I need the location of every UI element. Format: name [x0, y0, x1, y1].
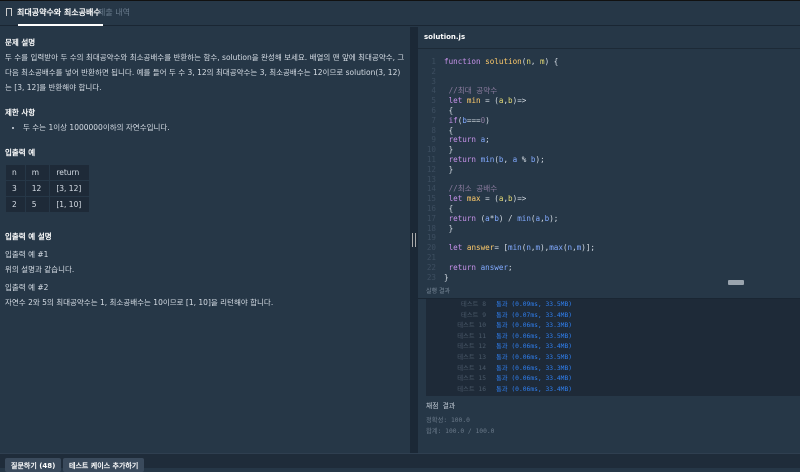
resize-grip-icon[interactable]	[412, 233, 416, 247]
desc-title: 문제 설명	[5, 38, 36, 47]
test-label: 테스트 8	[461, 301, 486, 308]
grade-summary: 채점 결과 정확성: 100.0 합계: 100.0 / 100.0	[418, 396, 800, 442]
problem-panel: 문제 설명 두 수를 입력받아 두 수의 최대공약수와 최소공배수를 반환하는 …	[0, 27, 410, 453]
test-row: 테스트 10 통과 (0.06ms, 33.3MB)	[426, 321, 800, 332]
test-row: 테스트 13 통과 (0.06ms, 33.5MB)	[426, 353, 800, 364]
tab-label: 최대공약수와 최소공배수	[17, 8, 101, 17]
test-result: 통과 (0.06ms, 33.3MB)	[496, 322, 573, 330]
example-table: n m return 3 12 [3, 12] 2 5 [1, 10]	[5, 164, 91, 213]
ex1-text: 위의 설명과 같습니다.	[5, 265, 75, 274]
cell: [1, 10]	[49, 196, 91, 213]
test-result: 통과 (0.06ms, 33.5MB)	[496, 332, 573, 340]
table-header: n m return	[5, 164, 91, 181]
test-row: 테스트 12 통과 (0.06ms, 33.4MB)	[426, 342, 800, 353]
bottom-bar: 질문하기 (48) 테스트 케이스 추가하기	[0, 453, 800, 472]
test-row: 테스트 16 통과 (0.06ms, 33.4MB)	[426, 385, 800, 396]
table-row: 2 5 [1, 10]	[5, 196, 91, 213]
test-row: 테스트 9 통과 (0.07ms, 33.4MB)	[426, 311, 800, 322]
test-result: 통과 (0.06ms, 33.5MB)	[496, 353, 573, 361]
test-result: 통과 (0.06ms, 33.3MB)	[496, 364, 573, 372]
grade-title: 채점 결과	[426, 402, 456, 410]
col-return: return	[49, 164, 91, 181]
test-label: 테스트 10	[457, 322, 486, 330]
test-row: 테스트 8 통과 (0.09ms, 33.5MB)	[426, 300, 800, 311]
cell: 2	[5, 196, 26, 213]
test-label: 테스트 13	[457, 353, 486, 361]
explain-title: 입출력 예 설명	[5, 232, 52, 241]
cell: [3, 12]	[49, 180, 91, 197]
test-list[interactable]: 테스트 8 통과 (0.09ms, 33.5MB) 테스트 9 통과 (0.07ms…	[426, 299, 800, 396]
editor-filename: solution.js	[418, 27, 800, 49]
results-title: 실행 결과	[426, 288, 450, 295]
tab-problem[interactable]: 최대공약수와 최소공배수	[6, 7, 103, 26]
test-result: 통과 (0.09ms, 33.5MB)	[496, 301, 573, 308]
table-row: 3 12 [3, 12]	[5, 180, 91, 197]
cell: 5	[24, 196, 51, 213]
test-label: 테스트 11	[457, 332, 486, 340]
test-label: 테스트 9	[461, 311, 486, 319]
limit-item: 두 수는 1이상 1000000이하의 자연수입니다.	[23, 120, 405, 135]
cell: 3	[5, 180, 26, 197]
code-editor[interactable]: solution.js 1 function solution(n, m) { 2…	[418, 27, 800, 282]
test-label: 테스트 14	[457, 364, 486, 372]
tab-submissions[interactable]: 제출 내역	[98, 7, 130, 18]
test-result: 통과 (0.06ms, 33.4MB)	[496, 375, 573, 383]
test-label: 테스트 15	[457, 375, 486, 383]
test-label: 테스트 12	[457, 343, 486, 351]
limit-title: 제한 사항	[5, 108, 36, 117]
test-result: 통과 (0.07ms, 33.4MB)	[496, 311, 573, 319]
accuracy: 정확성: 100.0	[426, 417, 470, 424]
test-row: 테스트 11 통과 (0.06ms, 33.5MB)	[426, 332, 800, 343]
question-button[interactable]: 질문하기 (48)	[5, 458, 62, 472]
resize-handle[interactable]	[728, 280, 744, 285]
test-result: 통과 (0.06ms, 33.4MB)	[496, 343, 573, 351]
ex2-title: 입출력 예 #2	[5, 283, 49, 292]
total-score: 합계: 100.0 / 100.0	[426, 428, 495, 435]
desc-text: 두 수를 입력받아 두 수의 최대공약수와 최소공배수를 반환하는 함수, so…	[5, 53, 405, 92]
add-test-case-button[interactable]: 테스트 케이스 추가하기	[63, 458, 145, 472]
example-title: 입출력 예	[5, 148, 36, 157]
ex1-title: 입출력 예 #1	[5, 250, 49, 259]
bookmark-icon[interactable]	[6, 8, 12, 16]
code-area[interactable]: 1 function solution(n, m) { 2 3 4 //최대 공약…	[418, 49, 800, 282]
test-label: 테스트 16	[457, 385, 486, 393]
ex2-text: 자연수 2와 5의 최대공약수는 1, 최소공배수는 10이므로 [1, 10]…	[5, 298, 274, 307]
test-row: 테스트 14 통과 (0.06ms, 33.3MB)	[426, 364, 800, 375]
tab-bar: 최대공약수와 최소공배수 제출 내역	[0, 0, 800, 26]
test-result: 통과 (0.06ms, 33.4MB)	[496, 385, 573, 393]
col-n: n	[5, 164, 26, 181]
col-m: m	[24, 164, 51, 181]
results-panel: 실행 결과 테스트 8 통과 (0.09ms, 33.5MB) 테스트 9 통과 (…	[418, 280, 800, 453]
cell: 12	[24, 180, 51, 197]
test-row: 테스트 15 통과 (0.06ms, 33.4MB)	[426, 374, 800, 385]
